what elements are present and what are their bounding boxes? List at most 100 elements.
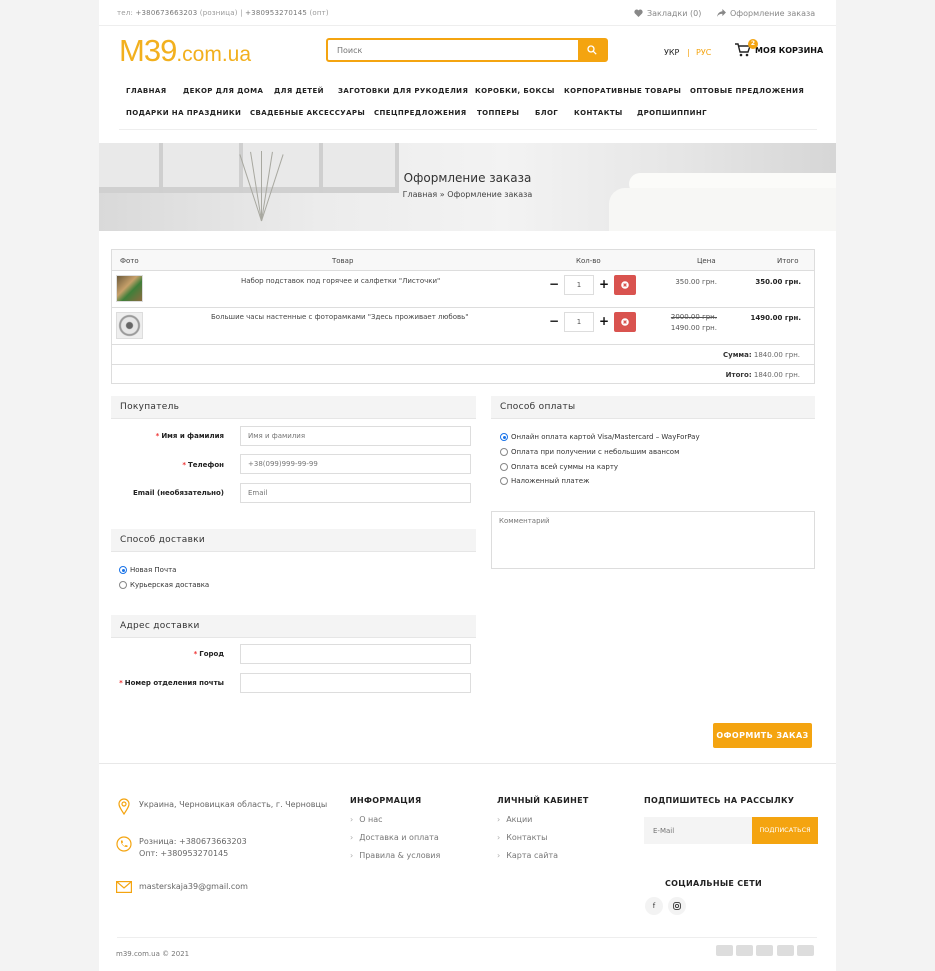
footer-link-delivery[interactable]: Доставка и оплата: [350, 833, 439, 842]
footer-address: Украина, Черновицкая область, г. Черновц…: [139, 800, 328, 809]
footer-link-about[interactable]: О нас: [350, 815, 382, 824]
phone-label: * Телефон: [99, 461, 224, 469]
radio-selected[interactable]: [119, 566, 127, 574]
retail-label: (розница) |: [197, 9, 246, 17]
instagram-icon[interactable]: [668, 897, 686, 915]
footer-link-contacts[interactable]: Контакты: [497, 833, 547, 842]
product-thumbnail[interactable]: [116, 312, 143, 339]
delivery-option-nova-poshta[interactable]: Новая Почта: [119, 566, 176, 574]
comment-textarea[interactable]: [491, 511, 815, 569]
page: тел: +380673663203 (розница) | +38095327…: [99, 0, 836, 971]
cart-button[interactable]: 2 МОЯ КОРЗИНА: [735, 39, 823, 57]
wholesale-phone-link[interactable]: +380953270145: [245, 9, 307, 17]
radio-unselected[interactable]: [500, 448, 508, 456]
footer-link-sitemap[interactable]: Карта сайта: [497, 851, 558, 860]
nav-wedding[interactable]: СВАДЕБНЫЕ АКСЕССУАРЫ: [250, 109, 365, 117]
nav-corporate[interactable]: КОРПОРАТИВНЫЕ ТОВАРЫ: [564, 87, 681, 95]
name-field[interactable]: [240, 426, 471, 446]
qty-minus-button[interactable]: −: [549, 278, 559, 290]
bookmarks-link[interactable]: Закладки (0): [634, 9, 701, 18]
product-name-link[interactable]: Набор подставок под горячее и салфетки "…: [241, 277, 440, 285]
table-row: Большие часы настенные с фоторамками "Зд…: [112, 308, 814, 345]
footer-retail-phone[interactable]: Розница: +380673663203: [139, 836, 247, 848]
delivery-option-courier[interactable]: Курьерская доставка: [119, 581, 209, 589]
footer-email[interactable]: masterskaja39@gmail.com: [139, 881, 248, 893]
place-order-button[interactable]: ОФОРМИТЬ ЗАКАЗ: [713, 723, 812, 748]
email-field[interactable]: [240, 483, 471, 503]
logo-domain: .com.ua: [176, 43, 252, 66]
subscribe-email-input[interactable]: [644, 817, 752, 844]
payment-card-icon: [797, 945, 814, 956]
footer-link-terms[interactable]: Правила & условия: [350, 851, 440, 860]
remove-item-button[interactable]: [614, 312, 636, 332]
grand-total-value: 1840.00 грн.: [751, 371, 800, 379]
nav-blog[interactable]: БЛОГ: [535, 109, 558, 117]
search-input[interactable]: [328, 40, 578, 60]
nav-dropshipping[interactable]: ДРОПШИППИНГ: [637, 109, 707, 117]
nav-boxes[interactable]: КОРОБКИ, БОКСЫ: [475, 87, 555, 95]
nav-wholesale[interactable]: ОПТОВЫЕ ПРЕДЛОЖЕНИЯ: [690, 87, 804, 95]
post-office-field[interactable]: [240, 673, 471, 693]
wholesale-label: (опт): [307, 9, 329, 17]
payment-card-icon: [716, 945, 733, 956]
payment-card-icon: [736, 945, 753, 956]
grand-total-label: Итого:: [725, 371, 752, 379]
retail-phone-link[interactable]: +380673663203: [135, 9, 197, 17]
phone-field[interactable]: [240, 454, 471, 474]
radio-unselected[interactable]: [119, 581, 127, 589]
footer-wholesale-phone[interactable]: Опт: +380953270145: [139, 848, 228, 860]
payment-option-card-transfer[interactable]: Оплата всей суммы на карту: [500, 463, 618, 471]
cart-table: Фото Товар Кол-во Цена Итого Набор подст…: [111, 249, 815, 384]
checkout-link[interactable]: Оформление заказа: [717, 9, 815, 18]
subtotal-value: 1840.00 грн.: [751, 351, 800, 359]
subscribe-button[interactable]: ПОДПИСАТЬСЯ: [752, 817, 818, 844]
nav-kids[interactable]: ДЛЯ ДЕТЕЙ: [274, 87, 324, 95]
lang-separator: |: [687, 48, 690, 57]
nav-home[interactable]: ГЛАВНАЯ: [126, 87, 167, 95]
facebook-icon[interactable]: f: [645, 897, 663, 915]
nav-contacts[interactable]: КОНТАКТЫ: [574, 109, 623, 117]
payment-card-icon: [777, 945, 794, 956]
payment-option-cod-advance[interactable]: Оплата при получении с небольшим авансом: [500, 448, 679, 456]
nav-holiday-gifts[interactable]: ПОДАРКИ НА ПРАЗДНИКИ: [126, 109, 241, 117]
address-section-title: Адрес доставки: [111, 615, 476, 638]
footer-subscribe-title: ПОДПИШИТЕСЬ НА РАССЫЛКУ: [644, 796, 795, 805]
page-banner: Оформление заказа Главная » Оформление з…: [99, 143, 836, 231]
nav-toppers[interactable]: ТОППЕРЫ: [477, 109, 519, 117]
remove-item-button[interactable]: [614, 275, 636, 295]
heart-icon: [634, 9, 643, 17]
radio-unselected[interactable]: [500, 463, 508, 471]
topbar: тел: +380673663203 (розница) | +38095327…: [99, 0, 836, 26]
radio-unselected[interactable]: [500, 477, 508, 485]
footer-bottom-divider: [117, 937, 817, 938]
search-button[interactable]: [578, 40, 606, 60]
phone-label-text: Телефон: [188, 461, 224, 469]
qty-input[interactable]: [564, 275, 594, 295]
main-nav: ГЛАВНАЯ ДЕКОР ДЛЯ ДОМА ДЛЯ ДЕТЕЙ ЗАГОТОВ…: [119, 78, 817, 130]
nav-craft-blanks[interactable]: ЗАГОТОВКИ ДЛЯ РУКОДЕЛИЯ: [338, 87, 468, 95]
qty-plus-button[interactable]: +: [599, 315, 609, 327]
required-mark: *: [182, 461, 186, 469]
nav-home-decor[interactable]: ДЕКОР ДЛЯ ДОМА: [183, 87, 263, 95]
footer-link-promotions[interactable]: Акции: [497, 815, 532, 824]
lang-rus[interactable]: РУС: [696, 48, 711, 57]
lang-ukr[interactable]: УКР: [664, 48, 679, 57]
product-thumbnail[interactable]: [116, 275, 143, 302]
col-photo: Фото: [120, 257, 139, 265]
city-field[interactable]: [240, 644, 471, 664]
email-label: Email (необязательно): [132, 489, 224, 497]
search-icon: [587, 45, 597, 55]
post-office-label-text: Номер отделения почты: [124, 679, 224, 687]
qty-plus-button[interactable]: +: [599, 278, 609, 290]
site-logo[interactable]: M39.com.ua: [119, 35, 252, 70]
product-name-link[interactable]: Большие часы настенные с фоторамками "Зд…: [211, 313, 468, 321]
payment-option-online[interactable]: Онлайн оплата картой Visa/Mastercard – W…: [500, 433, 700, 441]
delivery-section-title: Способ доставки: [111, 529, 476, 552]
required-mark: *: [119, 679, 123, 687]
payment-option-cash-on-delivery[interactable]: Наложенный платеж: [500, 477, 589, 485]
radio-selected[interactable]: [500, 433, 508, 441]
nav-special-offers[interactable]: СПЕЦПРЕДЛОЖЕНИЯ: [374, 109, 467, 117]
qty-input[interactable]: [564, 312, 594, 332]
qty-minus-button[interactable]: −: [549, 315, 559, 327]
breadcrumb-home[interactable]: Главная: [403, 190, 438, 199]
